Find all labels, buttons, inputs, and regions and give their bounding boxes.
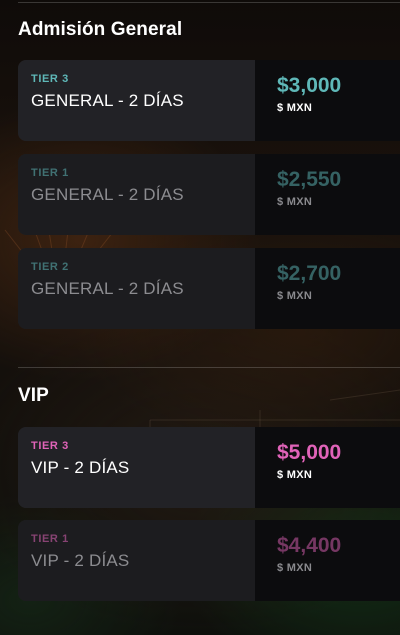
ticket-vip-tier1: TIER 1 VIP - 2 DÍAS $4,400 $ MXN [18,520,400,601]
ticket-name: GENERAL - 2 DÍAS [31,279,184,298]
ticket-price: $3,000 [277,74,342,97]
tier-label: TIER 1 [31,167,69,179]
ticket-general-tier2: TIER 2 GENERAL - 2 DÍAS $2,700 $ MXN [18,248,400,329]
ticket-name: GENERAL - 2 DÍAS [31,185,184,204]
ticket-name: VIP - 2 DÍAS [31,551,130,570]
ticket-currency: $ MXN [277,469,313,481]
ticket-price: $2,700 [277,262,342,285]
tier-label: TIER 1 [31,533,69,545]
ticket-price: $5,000 [277,441,342,464]
ticket-info: TIER 1 GENERAL - 2 DÍAS [18,154,255,235]
section-title-general: Admisión General [18,19,183,40]
ticket-price: $2,550 [277,168,342,191]
ticket-info: TIER 2 GENERAL - 2 DÍAS [18,248,255,329]
ticket-info: TIER 1 VIP - 2 DÍAS [18,520,255,601]
section-divider [18,367,400,368]
ticket-info: TIER 3 GENERAL - 2 DÍAS [18,60,255,141]
tier-label: TIER 2 [31,261,69,273]
tier-label: TIER 3 [31,73,69,85]
ticket-name: VIP - 2 DÍAS [31,458,130,477]
ticket-currency: $ MXN [277,196,313,208]
ticket-currency: $ MXN [277,562,313,574]
price-box: $3,000 $ MXN [255,60,400,141]
ticket-name: GENERAL - 2 DÍAS [31,91,184,110]
top-divider [18,2,400,3]
ticket-info: TIER 3 VIP - 2 DÍAS [18,427,255,508]
tier-label: TIER 3 [31,440,69,452]
price-box: $5,000 $ MXN [255,427,400,508]
ticket-list-page: Admisión General TIER 3 GENERAL - 2 DÍAS… [0,0,400,635]
ticket-currency: $ MXN [277,102,313,114]
price-box: $2,550 $ MXN [255,154,400,235]
ticket-general-tier1: TIER 1 GENERAL - 2 DÍAS $2,550 $ MXN [18,154,400,235]
ticket-price: $4,400 [277,534,342,557]
ticket-currency: $ MXN [277,290,313,302]
ticket-vip-tier3[interactable]: TIER 3 VIP - 2 DÍAS $5,000 $ MXN [18,427,400,508]
ticket-general-tier3[interactable]: TIER 3 GENERAL - 2 DÍAS $3,000 $ MXN [18,60,400,141]
section-title-vip: VIP [18,385,49,406]
price-box: $4,400 $ MXN [255,520,400,601]
price-box: $2,700 $ MXN [255,248,400,329]
